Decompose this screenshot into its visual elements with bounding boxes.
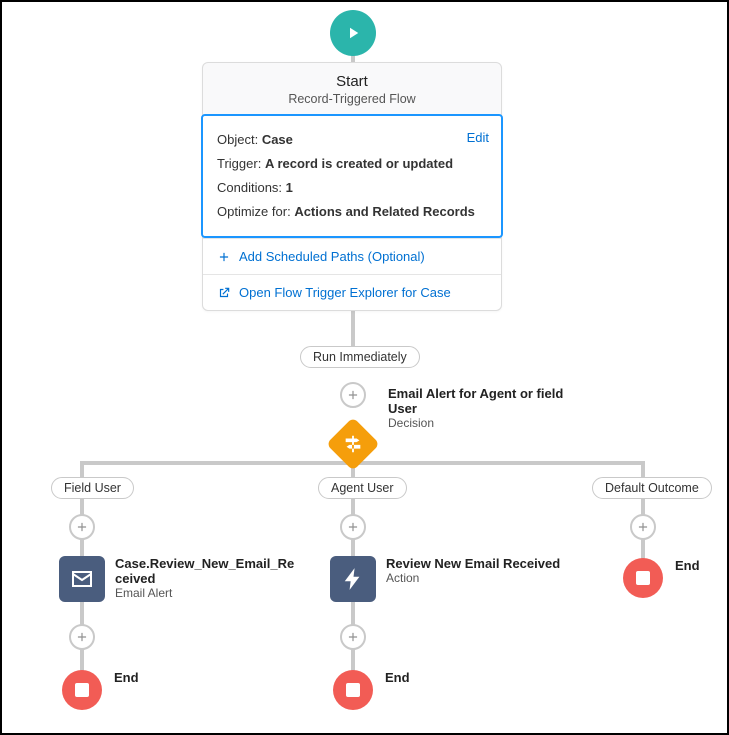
run-immediately-pill: Run Immediately [300, 346, 420, 368]
open-flow-trigger-explorer-link[interactable]: Open Flow Trigger Explorer for Case [203, 274, 501, 310]
detail-conditions: Conditions: 1 [217, 176, 487, 200]
start-title: Start [213, 73, 491, 90]
envelope-icon [70, 567, 94, 591]
start-subtitle: Record-Triggered Flow [213, 92, 491, 106]
branch-right-label: Default Outcome [592, 477, 712, 499]
end-label: End [675, 558, 700, 573]
branch-middle-label: Agent User [318, 477, 407, 499]
flow-canvas: Start Record-Triggered Flow Edit Object:… [2, 2, 727, 733]
branch-left-label: Field User [51, 477, 134, 499]
start-header: Start Record-Triggered Flow [203, 63, 501, 114]
decision-label: Email Alert for Agent or field User Deci… [388, 386, 578, 430]
plus-icon [75, 520, 89, 534]
add-element-button[interactable] [340, 514, 366, 540]
plus-icon [636, 520, 650, 534]
add-element-button[interactable] [340, 382, 366, 408]
bolt-icon [342, 568, 364, 590]
start-circle[interactable] [330, 10, 376, 56]
add-scheduled-paths-link[interactable]: Add Scheduled Paths (Optional) [203, 238, 501, 274]
detail-object: Object: Case [217, 128, 487, 152]
edit-link[interactable]: Edit [467, 126, 489, 150]
email-alert-node[interactable] [59, 556, 105, 602]
play-icon [344, 24, 362, 42]
action-label: Review New Email Received Action [386, 556, 576, 585]
add-element-button[interactable] [630, 514, 656, 540]
start-details-panel[interactable]: Edit Object: Case Trigger: A record is c… [201, 114, 503, 238]
detail-trigger: Trigger: A record is created or updated [217, 152, 487, 176]
start-card[interactable]: Start Record-Triggered Flow Edit Object:… [202, 62, 502, 311]
plus-icon [346, 388, 360, 402]
action-node[interactable] [330, 556, 376, 602]
end-node[interactable] [333, 670, 373, 710]
end-label: End [385, 670, 410, 685]
add-element-button[interactable] [340, 624, 366, 650]
add-element-button[interactable] [69, 514, 95, 540]
decision-node[interactable] [328, 419, 378, 469]
external-link-icon [217, 286, 231, 300]
add-element-button[interactable] [69, 624, 95, 650]
plus-icon [346, 630, 360, 644]
plus-icon [217, 250, 231, 264]
end-label: End [114, 670, 139, 685]
signpost-icon [342, 433, 364, 455]
detail-optimize: Optimize for: Actions and Related Record… [217, 200, 487, 224]
email-alert-label: Case.Review_New_Email_Received Email Ale… [115, 556, 295, 600]
end-node[interactable] [623, 558, 663, 598]
plus-icon [346, 520, 360, 534]
plus-icon [75, 630, 89, 644]
end-node[interactable] [62, 670, 102, 710]
